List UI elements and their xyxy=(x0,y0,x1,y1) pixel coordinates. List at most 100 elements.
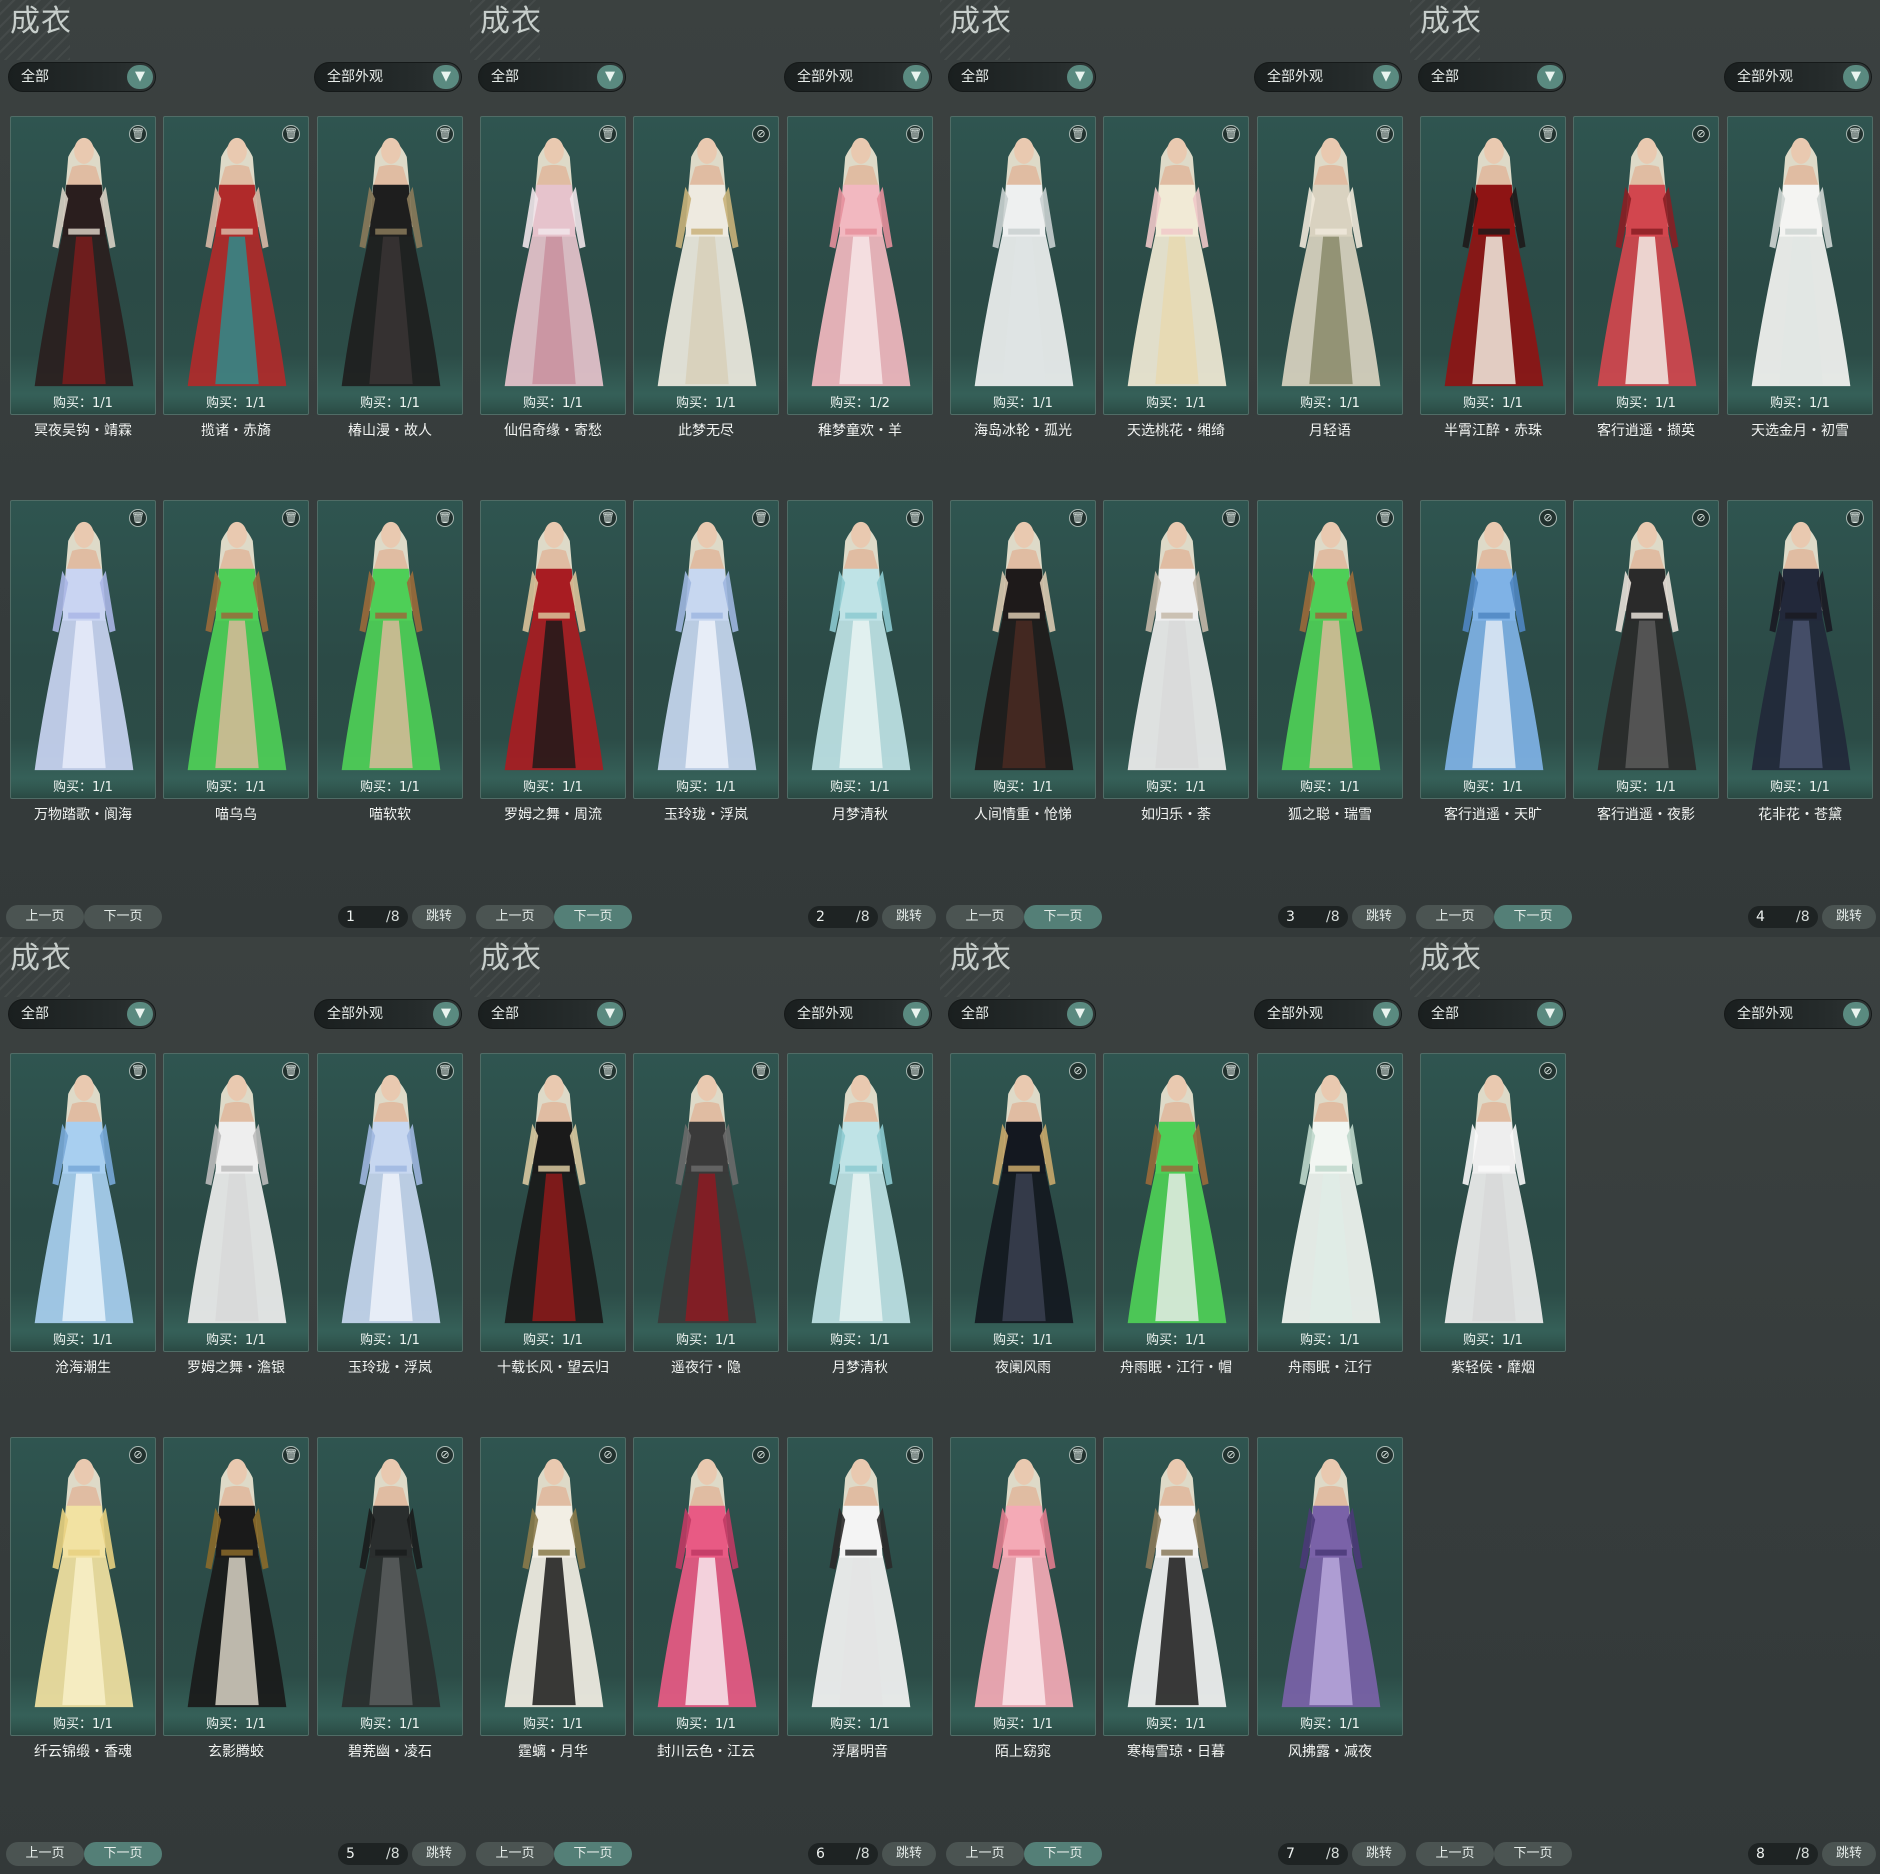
chevron-down-icon[interactable]: ▼ xyxy=(1373,65,1399,89)
trash-icon[interactable]: 🗑 xyxy=(1222,1062,1240,1080)
page-number-input[interactable]: 8/8 xyxy=(1748,1843,1818,1865)
jump-button[interactable]: 跳转 xyxy=(412,1842,466,1866)
appearance-filter-dropdown[interactable]: 全部外观 ▼ xyxy=(1254,999,1402,1029)
outfit-card[interactable]: 🗑 购买：1/1 xyxy=(950,500,1096,799)
outfit-card[interactable]: 🗑 购买：1/1 xyxy=(1103,500,1249,799)
outfit-card[interactable]: 🗑 购买：1/1 xyxy=(317,116,463,415)
next-page-button[interactable]: 下一页 xyxy=(554,1842,632,1866)
page-number-input[interactable]: 4/8 xyxy=(1748,906,1818,928)
next-page-button[interactable]: 下一页 xyxy=(554,905,632,929)
chevron-down-icon[interactable]: ▼ xyxy=(127,1002,153,1026)
appearance-filter-dropdown[interactable]: 全部外观 ▼ xyxy=(1724,62,1872,92)
next-page-button[interactable]: 下一页 xyxy=(1024,1842,1102,1866)
trash-icon[interactable]: 🗑 xyxy=(282,1446,300,1464)
trash-icon[interactable]: 🗑 xyxy=(599,1062,617,1080)
trash-icon[interactable]: 🗑 xyxy=(1376,509,1394,527)
prev-page-button[interactable]: 上一页 xyxy=(6,1842,84,1866)
outfit-card[interactable]: 🗑 购买：1/1 xyxy=(950,116,1096,415)
category-filter-dropdown[interactable]: 全部 ▼ xyxy=(478,62,626,92)
hidden-icon[interactable]: ⊘ xyxy=(1539,509,1557,527)
jump-button[interactable]: 跳转 xyxy=(1352,905,1406,929)
outfit-card[interactable]: 🗑 购买：1/1 xyxy=(1727,116,1873,415)
outfit-card[interactable]: 🗑 购买：1/1 xyxy=(480,1053,626,1352)
jump-button[interactable]: 跳转 xyxy=(412,905,466,929)
appearance-filter-dropdown[interactable]: 全部外观 ▼ xyxy=(314,999,462,1029)
outfit-card[interactable]: ⊘ 购买：1/1 xyxy=(10,1437,156,1736)
trash-icon[interactable]: 🗑 xyxy=(129,1062,147,1080)
trash-icon[interactable]: 🗑 xyxy=(1222,509,1240,527)
chevron-down-icon[interactable]: ▼ xyxy=(597,65,623,89)
trash-icon[interactable]: 🗑 xyxy=(1846,509,1864,527)
outfit-card[interactable]: 🗑 购买：1/1 xyxy=(10,500,156,799)
page-number-input[interactable]: 3/8 xyxy=(1278,906,1348,928)
category-filter-dropdown[interactable]: 全部 ▼ xyxy=(948,999,1096,1029)
trash-icon[interactable]: 🗑 xyxy=(1376,125,1394,143)
trash-icon[interactable]: 🗑 xyxy=(436,1062,454,1080)
prev-page-button[interactable]: 上一页 xyxy=(1416,1842,1494,1866)
trash-icon[interactable]: 🗑 xyxy=(906,125,924,143)
chevron-down-icon[interactable]: ▼ xyxy=(1067,65,1093,89)
chevron-down-icon[interactable]: ▼ xyxy=(1067,1002,1093,1026)
outfit-card[interactable]: 🗑 购买：1/1 xyxy=(633,1053,779,1352)
prev-page-button[interactable]: 上一页 xyxy=(946,1842,1024,1866)
chevron-down-icon[interactable]: ▼ xyxy=(903,65,929,89)
trash-icon[interactable]: 🗑 xyxy=(906,1446,924,1464)
outfit-card[interactable]: 🗑 购买：1/1 xyxy=(163,1053,309,1352)
outfit-card[interactable]: ⊘ 购买：1/1 xyxy=(1103,1437,1249,1736)
prev-page-button[interactable]: 上一页 xyxy=(476,905,554,929)
outfit-card[interactable]: 🗑 购买：1/2 xyxy=(787,116,933,415)
chevron-down-icon[interactable]: ▼ xyxy=(597,1002,623,1026)
category-filter-dropdown[interactable]: 全部 ▼ xyxy=(8,999,156,1029)
outfit-card[interactable]: ⊘ 购买：1/1 xyxy=(1573,500,1719,799)
category-filter-dropdown[interactable]: 全部 ▼ xyxy=(1418,62,1566,92)
trash-icon[interactable]: 🗑 xyxy=(1846,125,1864,143)
trash-icon[interactable]: 🗑 xyxy=(436,509,454,527)
hidden-icon[interactable]: ⊘ xyxy=(1692,509,1710,527)
outfit-card[interactable]: 🗑 购买：1/1 xyxy=(10,1053,156,1352)
trash-icon[interactable]: 🗑 xyxy=(129,509,147,527)
jump-button[interactable]: 跳转 xyxy=(1822,1842,1876,1866)
trash-icon[interactable]: 🗑 xyxy=(906,509,924,527)
hidden-icon[interactable]: ⊘ xyxy=(752,1446,770,1464)
page-number-input[interactable]: 6/8 xyxy=(808,1843,878,1865)
category-filter-dropdown[interactable]: 全部 ▼ xyxy=(948,62,1096,92)
hidden-icon[interactable]: ⊘ xyxy=(129,1446,147,1464)
outfit-card[interactable]: ⊘ 购买：1/1 xyxy=(950,1053,1096,1352)
outfit-card[interactable]: 🗑 购买：1/1 xyxy=(1727,500,1873,799)
outfit-card[interactable]: 🗑 购买：1/1 xyxy=(317,1053,463,1352)
outfit-card[interactable]: ⊘ 购买：1/1 xyxy=(480,1437,626,1736)
chevron-down-icon[interactable]: ▼ xyxy=(433,1002,459,1026)
chevron-down-icon[interactable]: ▼ xyxy=(1843,65,1869,89)
outfit-card[interactable]: 🗑 购买：1/1 xyxy=(10,116,156,415)
outfit-card[interactable]: 🗑 购买：1/1 xyxy=(787,1053,933,1352)
outfit-card[interactable]: 🗑 购买：1/1 xyxy=(163,1437,309,1736)
outfit-card[interactable]: 🗑 购买：1/1 xyxy=(480,116,626,415)
outfit-card[interactable]: ⊘ 购买：1/1 xyxy=(633,1437,779,1736)
appearance-filter-dropdown[interactable]: 全部外观 ▼ xyxy=(1724,999,1872,1029)
outfit-card[interactable]: 🗑 购买：1/1 xyxy=(480,500,626,799)
next-page-button[interactable]: 下一页 xyxy=(1024,905,1102,929)
outfit-card[interactable]: ⊘ 购买：1/1 xyxy=(1420,1053,1566,1352)
jump-button[interactable]: 跳转 xyxy=(882,1842,936,1866)
prev-page-button[interactable]: 上一页 xyxy=(1416,905,1494,929)
outfit-card[interactable]: 🗑 购买：1/1 xyxy=(1420,116,1566,415)
outfit-card[interactable]: ⊘ 购买：1/1 xyxy=(1257,1437,1403,1736)
hidden-icon[interactable]: ⊘ xyxy=(1069,1062,1087,1080)
page-number-input[interactable]: 1/8 xyxy=(338,906,408,928)
category-filter-dropdown[interactable]: 全部 ▼ xyxy=(1418,999,1566,1029)
outfit-card[interactable]: ⊘ 购买：1/1 xyxy=(1420,500,1566,799)
outfit-card[interactable]: 🗑 购买：1/1 xyxy=(787,1437,933,1736)
trash-icon[interactable]: 🗑 xyxy=(282,1062,300,1080)
outfit-card[interactable]: 🗑 购买：1/1 xyxy=(1103,116,1249,415)
hidden-icon[interactable]: ⊘ xyxy=(599,1446,617,1464)
prev-page-button[interactable]: 上一页 xyxy=(6,905,84,929)
trash-icon[interactable]: 🗑 xyxy=(1069,1446,1087,1464)
appearance-filter-dropdown[interactable]: 全部外观 ▼ xyxy=(784,62,932,92)
appearance-filter-dropdown[interactable]: 全部外观 ▼ xyxy=(1254,62,1402,92)
chevron-down-icon[interactable]: ▼ xyxy=(1373,1002,1399,1026)
next-page-button[interactable]: 下一页 xyxy=(1494,905,1572,929)
trash-icon[interactable]: 🗑 xyxy=(1069,509,1087,527)
outfit-card[interactable]: ⊘ 购买：1/1 xyxy=(633,116,779,415)
outfit-card[interactable]: 🗑 购买：1/1 xyxy=(163,116,309,415)
jump-button[interactable]: 跳转 xyxy=(882,905,936,929)
